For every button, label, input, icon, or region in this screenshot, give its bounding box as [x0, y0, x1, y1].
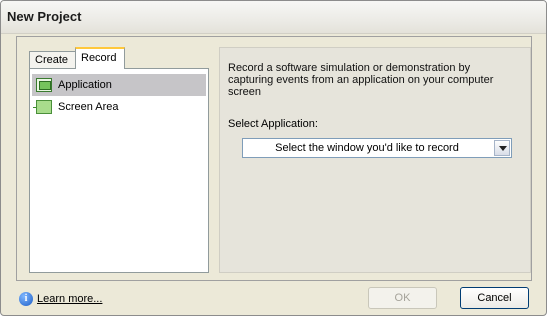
application-icon: [36, 78, 52, 92]
project-type-list: Application Screen Area: [29, 68, 209, 273]
learn-more-link[interactable]: Learn more...: [37, 293, 102, 305]
new-project-dialog: New Project Create Record Application Sc…: [0, 0, 547, 316]
tab-strip: Create Record: [29, 47, 209, 69]
list-item-label: Screen Area: [58, 101, 119, 113]
info-icon: i: [19, 292, 33, 306]
window-title: New Project: [7, 9, 82, 24]
select-application-label: Select Application:: [228, 118, 318, 130]
title-bar[interactable]: New Project: [1, 1, 546, 34]
details-panel: Record a software simulation or demonstr…: [219, 47, 531, 273]
list-item-label: Application: [58, 79, 112, 91]
dialog-content: Create Record Application Screen Area Re…: [16, 36, 532, 281]
list-item-screen-area[interactable]: Screen Area: [32, 96, 206, 118]
dropdown-value: Select the window you'd like to record: [275, 142, 459, 154]
cancel-button[interactable]: Cancel: [460, 287, 529, 309]
list-item-application[interactable]: Application: [32, 74, 206, 96]
chevron-down-icon[interactable]: [494, 140, 510, 156]
screen-area-icon: [33, 100, 52, 114]
tab-record[interactable]: Record: [75, 47, 125, 69]
tab-create[interactable]: Create: [29, 51, 77, 68]
ok-button[interactable]: OK: [368, 287, 437, 309]
description-text: Record a software simulation or demonstr…: [228, 62, 494, 98]
select-application-dropdown[interactable]: Select the window you'd like to record: [242, 138, 512, 158]
project-type-panel: Create Record Application Screen Area: [29, 47, 209, 273]
